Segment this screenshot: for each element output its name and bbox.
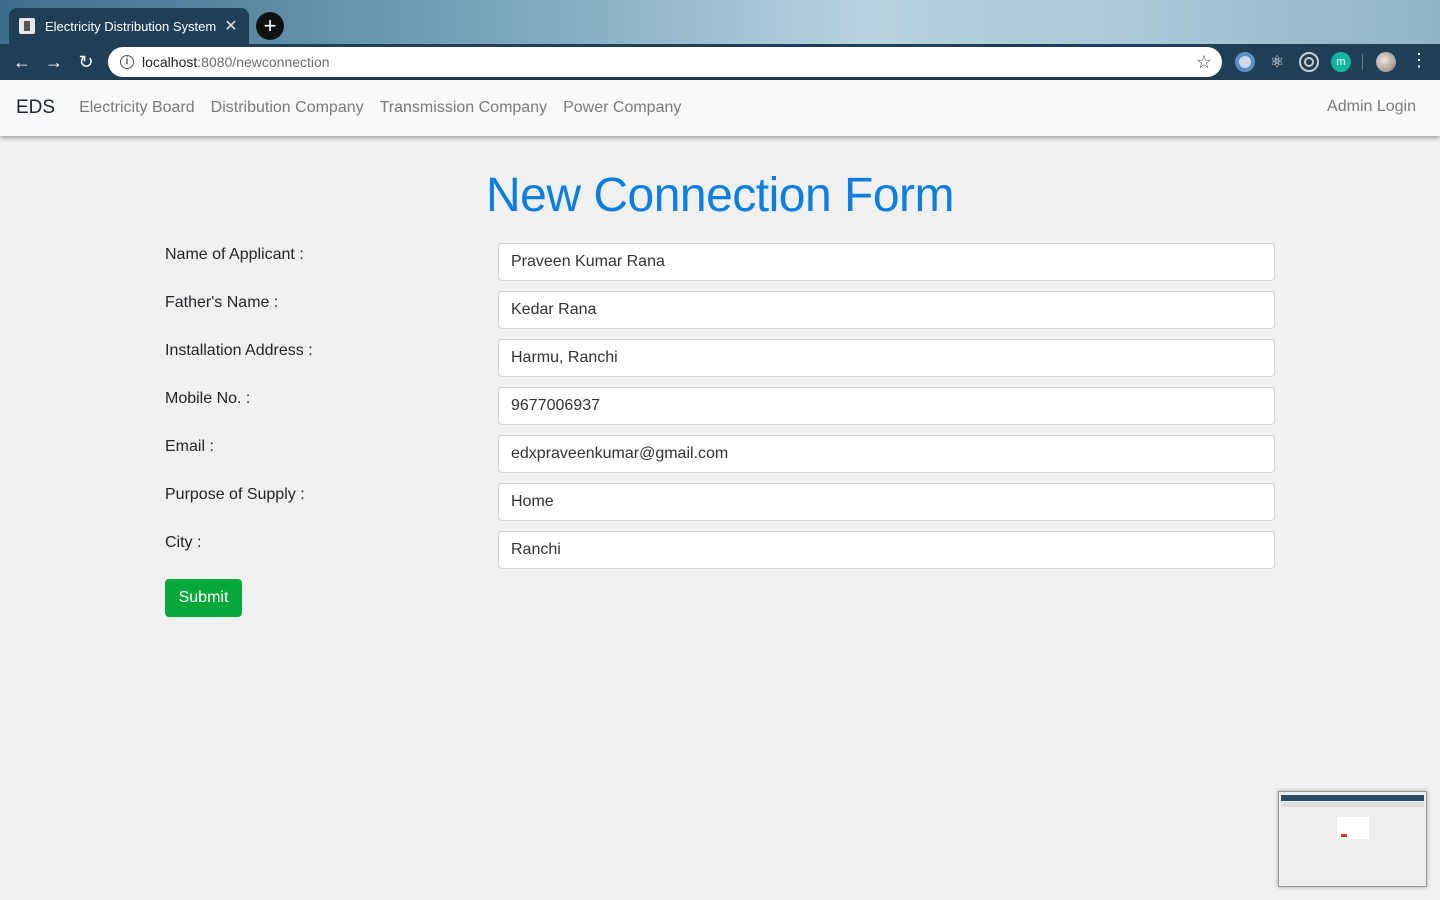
- address-bar[interactable]: i localhost :8080/newconnection ☆: [108, 47, 1222, 77]
- form-row-purpose: Purpose of Supply :: [165, 483, 1275, 521]
- browser-toolbar: ← → ↻ i localhost :8080/newconnection ☆ …: [0, 44, 1440, 80]
- thumbnail-toolbar: [1281, 795, 1424, 801]
- nav-link-power-company[interactable]: Power Company: [555, 99, 689, 117]
- site-favicon-icon: [19, 18, 35, 34]
- reload-icon[interactable]: ↻: [70, 46, 102, 78]
- purpose-of-supply-label: Purpose of Supply :: [165, 486, 305, 503]
- extension-m-icon[interactable]: m: [1331, 52, 1351, 72]
- nav-link-transmission-company[interactable]: Transmission Company: [372, 99, 555, 117]
- browser-tab[interactable]: Electricity Distribution System ✕: [9, 8, 249, 44]
- email-input[interactable]: [498, 435, 1275, 473]
- tab-title: Electricity Distribution System: [45, 18, 217, 34]
- extension-blue-icon[interactable]: [1235, 52, 1255, 72]
- nav-link-distribution-company[interactable]: Distribution Company: [203, 99, 372, 117]
- browser-tab-strip: Electricity Distribution System ✕ +: [0, 0, 1440, 44]
- installation-address-input[interactable]: [498, 339, 1275, 377]
- app-navbar: EDS Electricity Board Distribution Compa…: [0, 80, 1440, 136]
- url-host: localhost: [142, 54, 198, 70]
- father-name-label: Father's Name :: [165, 294, 279, 311]
- back-arrow-icon[interactable]: ←: [6, 46, 38, 78]
- form-row-applicant-name: Name of Applicant :: [165, 243, 1275, 281]
- admin-login-link[interactable]: Admin Login: [1327, 98, 1416, 116]
- new-tab-icon[interactable]: +: [256, 12, 284, 40]
- form-row-mobile: Mobile No. :: [165, 387, 1275, 425]
- thumbnail-button: [1341, 834, 1347, 837]
- brand-logo[interactable]: EDS: [16, 97, 55, 119]
- page-title: New Connection Form: [485, 169, 955, 222]
- city-label: City :: [165, 534, 202, 551]
- tab-close-icon[interactable]: ✕: [223, 16, 239, 36]
- applicant-name-label: Name of Applicant :: [165, 246, 304, 263]
- form-row-email: Email :: [165, 435, 1275, 473]
- browser-menu-icon[interactable]: ⋮: [1410, 50, 1428, 71]
- url-path: :8080/newconnection: [197, 54, 330, 70]
- form-row-father-name: Father's Name :: [165, 291, 1275, 329]
- bookmark-star-icon[interactable]: ☆: [1196, 52, 1212, 73]
- site-info-icon[interactable]: i: [120, 55, 134, 69]
- mobile-label: Mobile No. :: [165, 390, 251, 407]
- mobile-input[interactable]: [498, 387, 1275, 425]
- applicant-name-input[interactable]: [498, 243, 1275, 281]
- toolbar-divider: [1362, 54, 1363, 70]
- screenshot-thumbnail[interactable]: [1278, 791, 1427, 887]
- react-devtools-icon[interactable]: ⚛: [1267, 52, 1287, 72]
- purpose-of-supply-input[interactable]: [498, 483, 1275, 521]
- thumbnail-navbar: [1281, 802, 1424, 807]
- form-row-installation-address: Installation Address :: [165, 339, 1275, 377]
- extension-target-icon[interactable]: [1299, 52, 1319, 72]
- city-input[interactable]: [498, 531, 1275, 569]
- forward-arrow-icon[interactable]: →: [38, 46, 70, 78]
- father-name-input[interactable]: [498, 291, 1275, 329]
- profile-avatar[interactable]: [1376, 52, 1396, 72]
- installation-address-label: Installation Address :: [165, 342, 313, 359]
- email-label: Email :: [165, 438, 214, 455]
- submit-button[interactable]: Submit: [165, 579, 242, 617]
- nav-link-electricity-board[interactable]: Electricity Board: [71, 99, 203, 117]
- form-row-city: City :: [165, 531, 1275, 569]
